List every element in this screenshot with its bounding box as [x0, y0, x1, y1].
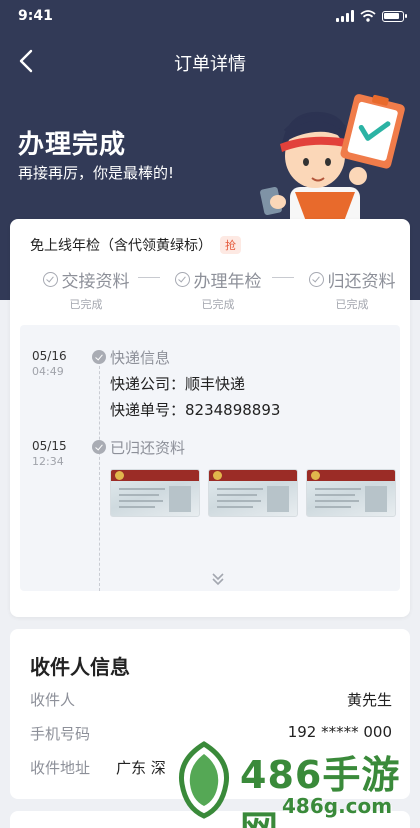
- step-label: 办理年检: [193, 272, 262, 292]
- step-inspection: 办理年检 已完成: [158, 267, 278, 312]
- entry-title: 已归还资料: [110, 439, 186, 457]
- check-dot-icon: [92, 440, 106, 454]
- recipient-address: 广东 深: [116, 759, 166, 777]
- entry-time: 12:34: [32, 455, 64, 468]
- check-dot-icon: [92, 350, 106, 364]
- step-state: 已完成: [335, 298, 369, 311]
- nav-bar: 订单详情: [0, 42, 420, 82]
- document-thumbnail[interactable]: [110, 469, 200, 517]
- step-label: 交接资料: [61, 272, 130, 292]
- signal-icon: [336, 10, 354, 22]
- order-card: 免上线年检（含代领黄绿标） 抢 交接资料 已完成 办理年检 已完成 归还资料 已…: [10, 219, 410, 617]
- mascot-illustration: [260, 94, 405, 232]
- step-state: 已完成: [69, 298, 103, 311]
- grab-tag: 抢: [220, 236, 241, 254]
- entry-date: 05/16: [32, 349, 67, 363]
- entry-time: 04:49: [32, 365, 64, 378]
- step-connector: [272, 277, 294, 278]
- step-handover: 交接资料 已完成: [26, 267, 146, 312]
- row-label: 手机号码: [30, 725, 91, 743]
- step-return: 归还资料 已完成: [292, 267, 412, 312]
- recipient-name: 黄先生: [346, 691, 392, 709]
- status-icons: [336, 10, 407, 22]
- wifi-icon: [360, 10, 376, 22]
- step-state: 已完成: [201, 298, 235, 311]
- watermark-logo-icon: [178, 741, 230, 819]
- timeline-entry-returned: 05/15 12:34 已归还资料: [20, 437, 400, 537]
- check-circle-icon: [308, 272, 324, 287]
- tracking-number: 快递单号：8234898893: [110, 401, 281, 419]
- completion-title: 办理完成: [18, 130, 127, 160]
- battery-icon: [382, 10, 407, 22]
- watermark-site: 486g.com: [282, 794, 393, 818]
- step-connector: [138, 277, 160, 278]
- entry-date: 05/15: [32, 439, 67, 453]
- progress-steps: 交接资料 已完成 办理年检 已完成 归还资料 已完成: [10, 267, 410, 311]
- timeline-entry-express: 05/16 04:49 快递信息 快递公司：顺丰快递 快递单号：82348988…: [20, 347, 400, 427]
- check-circle-icon: [174, 272, 190, 287]
- completion-subtitle: 再接再厉，你是最棒的!: [18, 164, 175, 182]
- step-label: 归还资料: [327, 272, 396, 292]
- status-bar: 9:41: [0, 0, 420, 34]
- expand-chevron-icon[interactable]: [210, 571, 226, 587]
- page-title: 订单详情: [174, 54, 246, 75]
- entry-title: 快递信息: [110, 349, 171, 367]
- document-thumbnails: [110, 469, 396, 517]
- status-time: 9:41: [18, 8, 53, 24]
- express-company: 快递公司：顺丰快递: [110, 375, 246, 393]
- site-watermark: 486手游网 486g.com: [174, 736, 420, 828]
- row-label: 收件地址: [30, 759, 91, 777]
- recipient-name-row: 收件人 黄先生: [30, 689, 392, 713]
- row-label: 收件人: [30, 691, 76, 709]
- logistics-timeline: 05/16 04:49 快递信息 快递公司：顺丰快递 快递单号：82348988…: [20, 325, 400, 591]
- document-thumbnail[interactable]: [306, 469, 396, 517]
- check-circle-icon: [42, 272, 58, 287]
- service-row: 免上线年检（含代领黄绿标） 抢: [30, 235, 241, 255]
- recipient-title: 收件人信息: [30, 655, 130, 679]
- document-thumbnail[interactable]: [208, 469, 298, 517]
- service-name: 免上线年检（含代领黄绿标）: [30, 238, 212, 254]
